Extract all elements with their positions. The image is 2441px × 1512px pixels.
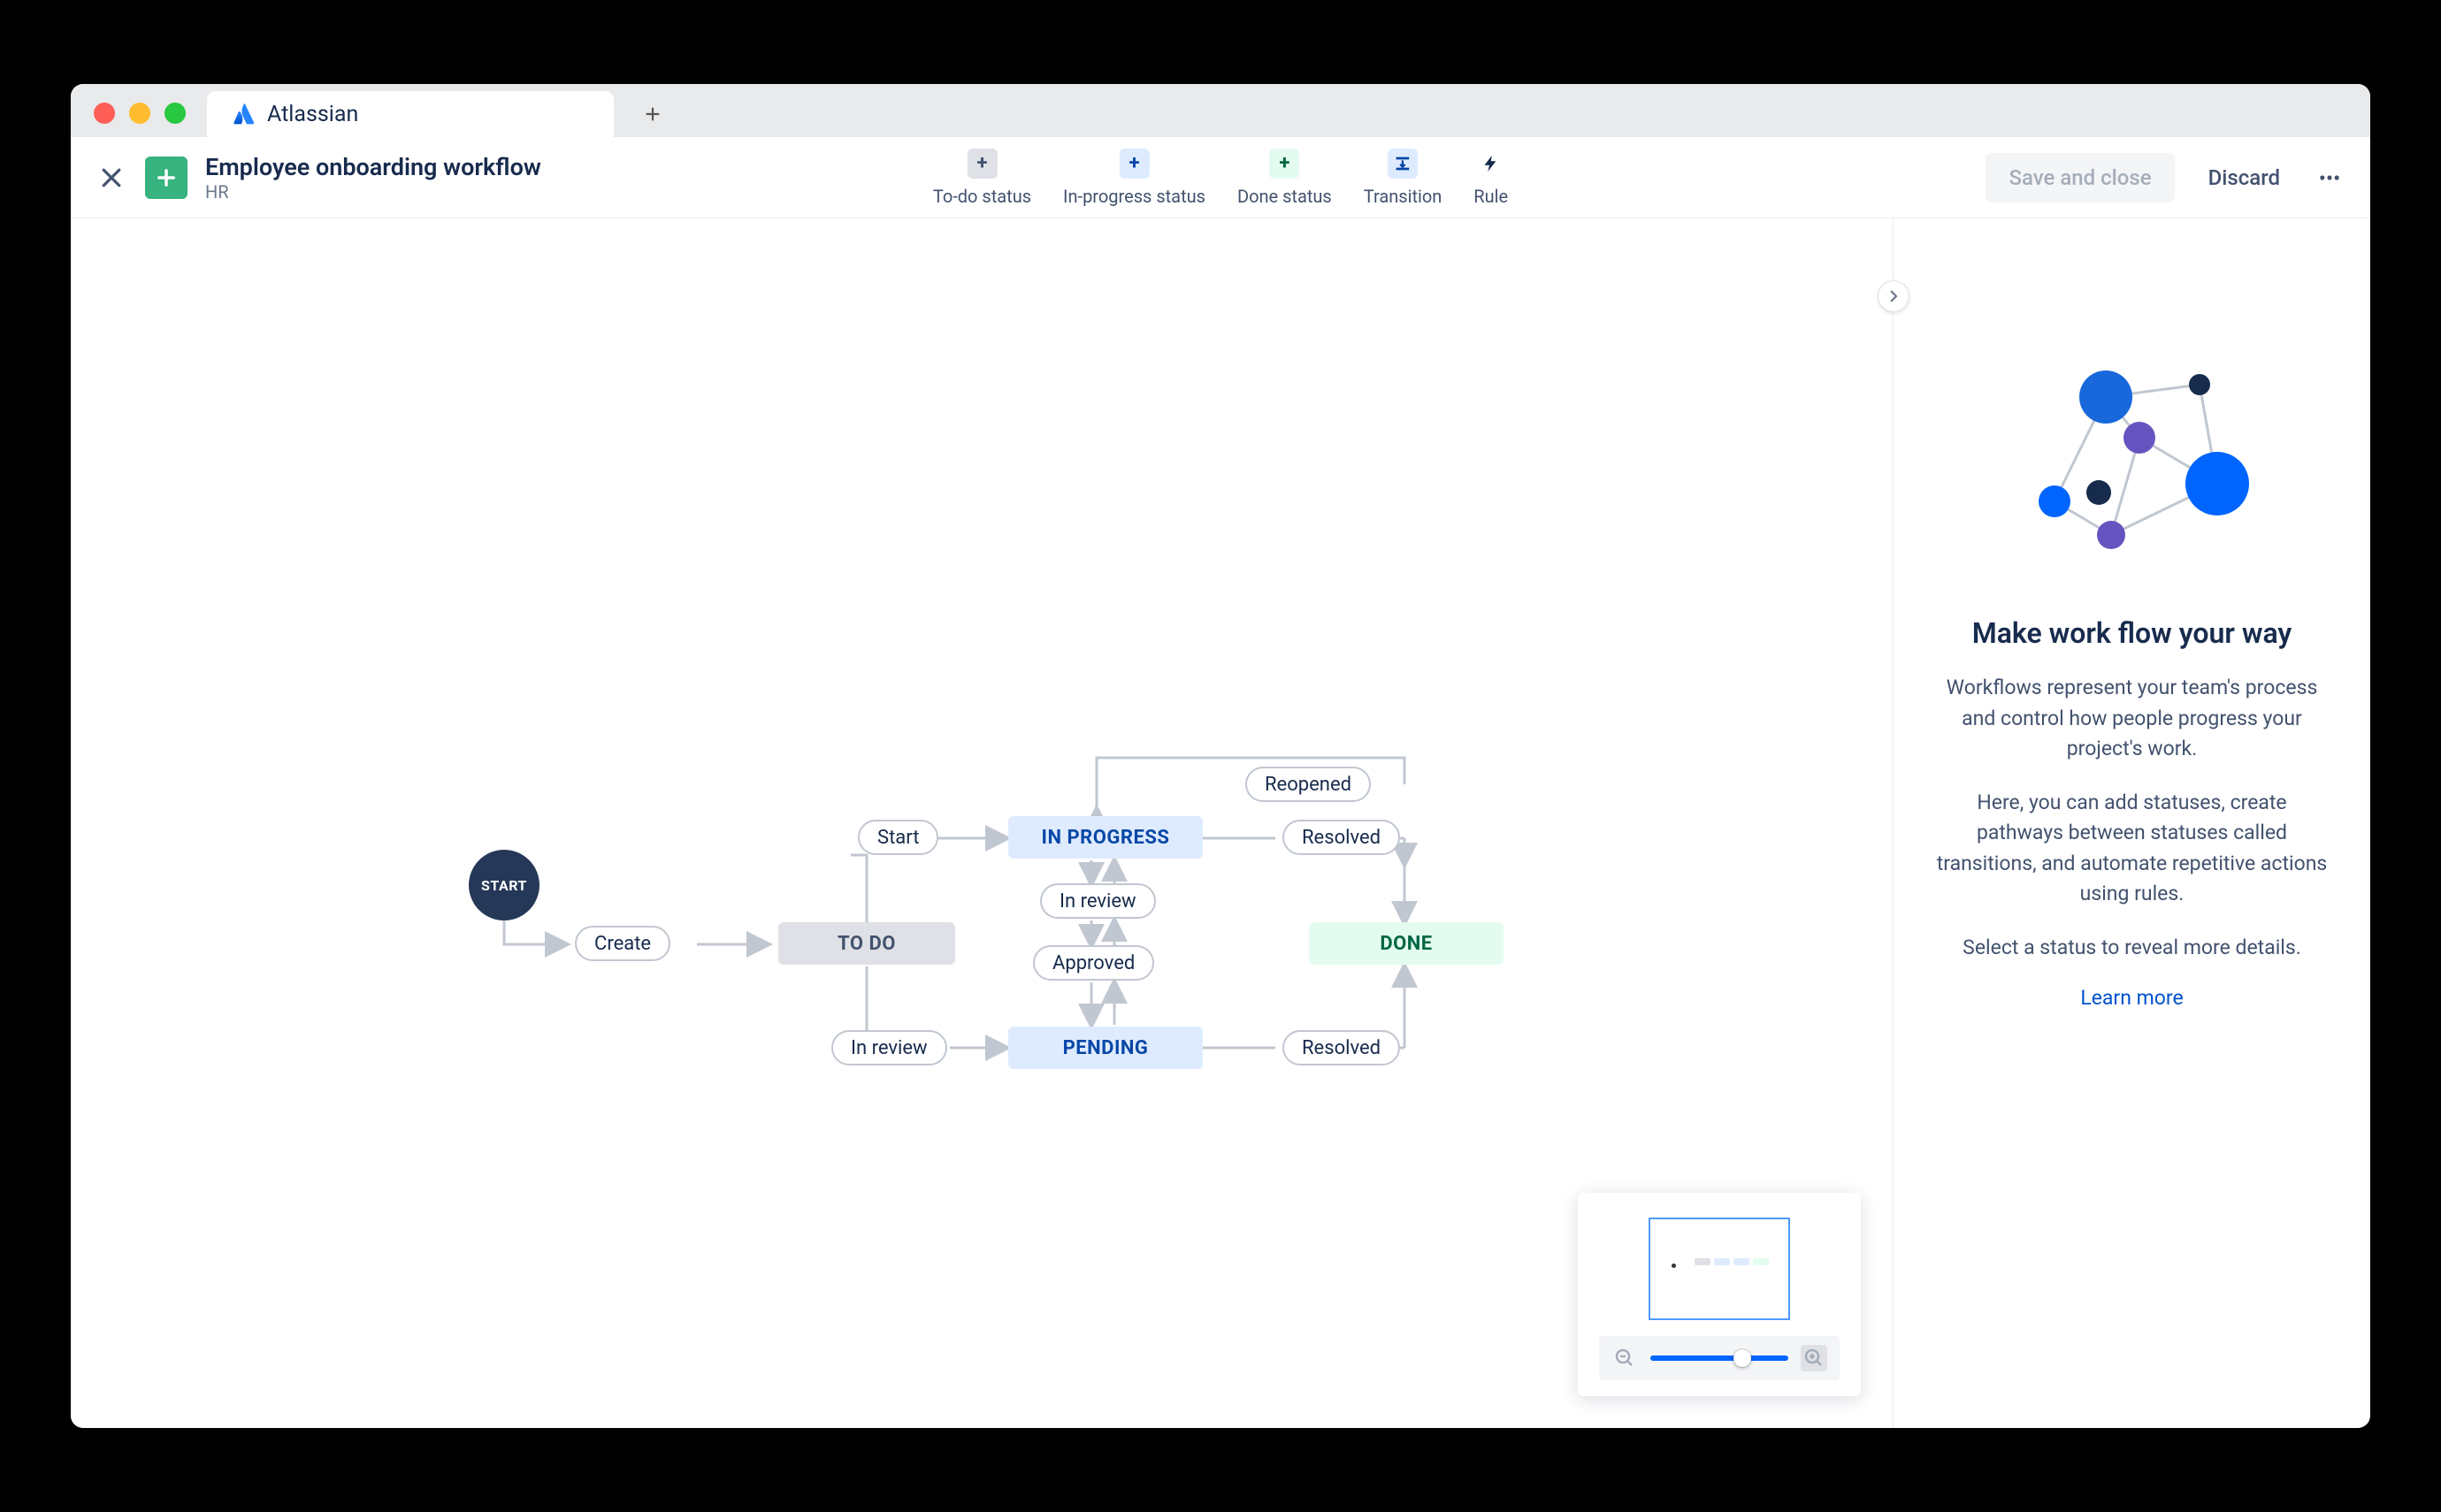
transition-reopened[interactable]: Reopened <box>1245 767 1371 802</box>
start-node[interactable]: START <box>469 850 539 920</box>
workflow-title: Employee onboarding workflow <box>205 153 541 181</box>
status-done[interactable]: DONE <box>1309 922 1504 965</box>
editor-toolbar: + To-do status + In-progress status + Do… <box>933 149 1508 207</box>
editor-header: Employee onboarding workflow HR + To-do … <box>71 137 2370 218</box>
transition-resolved-top[interactable]: Resolved <box>1282 820 1400 855</box>
workflow-project: HR <box>205 181 541 202</box>
zoom-in-icon <box>1803 1348 1825 1369</box>
save-button[interactable]: Save and close <box>1986 153 2174 202</box>
zoom-controls <box>1599 1336 1840 1380</box>
panel-title: Make work flow your way <box>1972 616 2292 650</box>
atlassian-logo-icon <box>232 103 255 126</box>
workflow-canvas[interactable]: START Create Start In review Approved In… <box>71 218 1893 1428</box>
zoom-in-button[interactable] <box>1801 1345 1827 1371</box>
workflow-illustration <box>2000 360 2265 590</box>
lightning-icon <box>1476 149 1506 179</box>
minimap-viewport[interactable] <box>1649 1218 1790 1320</box>
add-transition-button[interactable]: Transition <box>1364 149 1442 207</box>
panel-paragraph: Workflows represent your team's process … <box>1925 673 2338 765</box>
window-maximize-icon[interactable] <box>165 103 186 124</box>
plus-icon <box>643 104 662 124</box>
panel-paragraph: Here, you can add statuses, create pathw… <box>1925 788 2338 910</box>
zoom-out-button[interactable] <box>1611 1345 1638 1371</box>
learn-more-link[interactable]: Learn more <box>2080 986 2183 1010</box>
transition-resolved-bottom[interactable]: Resolved <box>1282 1030 1400 1065</box>
project-avatar <box>145 157 187 199</box>
browser-tab[interactable]: Atlassian <box>207 91 614 137</box>
close-icon <box>98 164 125 191</box>
zoom-slider-thumb[interactable] <box>1733 1349 1751 1367</box>
minimap <box>1578 1193 1861 1396</box>
plus-icon <box>154 165 179 190</box>
plus-icon: + <box>1120 149 1150 179</box>
transition-in-review-bottom[interactable]: In review <box>831 1030 947 1065</box>
panel-paragraph: Select a status to reveal more details. <box>1954 933 2310 964</box>
add-inprogress-status-button[interactable]: + In-progress status <box>1063 149 1205 207</box>
status-in-progress[interactable]: IN PROGRESS <box>1008 816 1203 859</box>
tab-title: Atlassian <box>267 102 358 127</box>
more-actions-button[interactable] <box>2314 162 2345 194</box>
window-minimize-icon[interactable] <box>129 103 150 124</box>
zoom-slider[interactable] <box>1650 1355 1788 1361</box>
status-todo[interactable]: TO DO <box>778 922 955 965</box>
add-rule-button[interactable]: Rule <box>1473 149 1508 207</box>
status-pending[interactable]: PENDING <box>1008 1027 1203 1069</box>
plus-icon: + <box>967 149 997 179</box>
transition-icon <box>1388 149 1418 179</box>
window-controls <box>94 103 186 124</box>
transition-approved[interactable]: Approved <box>1033 945 1154 981</box>
window-close-icon[interactable] <box>94 103 115 124</box>
side-panel: Make work flow your way Workflows repres… <box>1893 218 2370 1428</box>
collapse-panel-button[interactable] <box>1878 280 1909 312</box>
transition-create[interactable]: Create <box>575 926 670 961</box>
dots-horizontal-icon <box>2317 165 2342 190</box>
discard-button[interactable]: Discard <box>2192 155 2296 201</box>
transition-in-review-top[interactable]: In review <box>1040 883 1156 919</box>
new-tab-button[interactable] <box>640 102 665 126</box>
add-done-status-button[interactable]: + Done status <box>1237 149 1332 207</box>
add-todo-status-button[interactable]: + To-do status <box>933 149 1031 207</box>
close-editor-button[interactable] <box>96 162 127 194</box>
zoom-out-icon <box>1614 1348 1635 1369</box>
browser-tab-bar: Atlassian <box>71 84 2370 137</box>
transition-start[interactable]: Start <box>858 820 938 855</box>
chevron-right-icon <box>1886 288 1902 304</box>
plus-icon: + <box>1269 149 1299 179</box>
